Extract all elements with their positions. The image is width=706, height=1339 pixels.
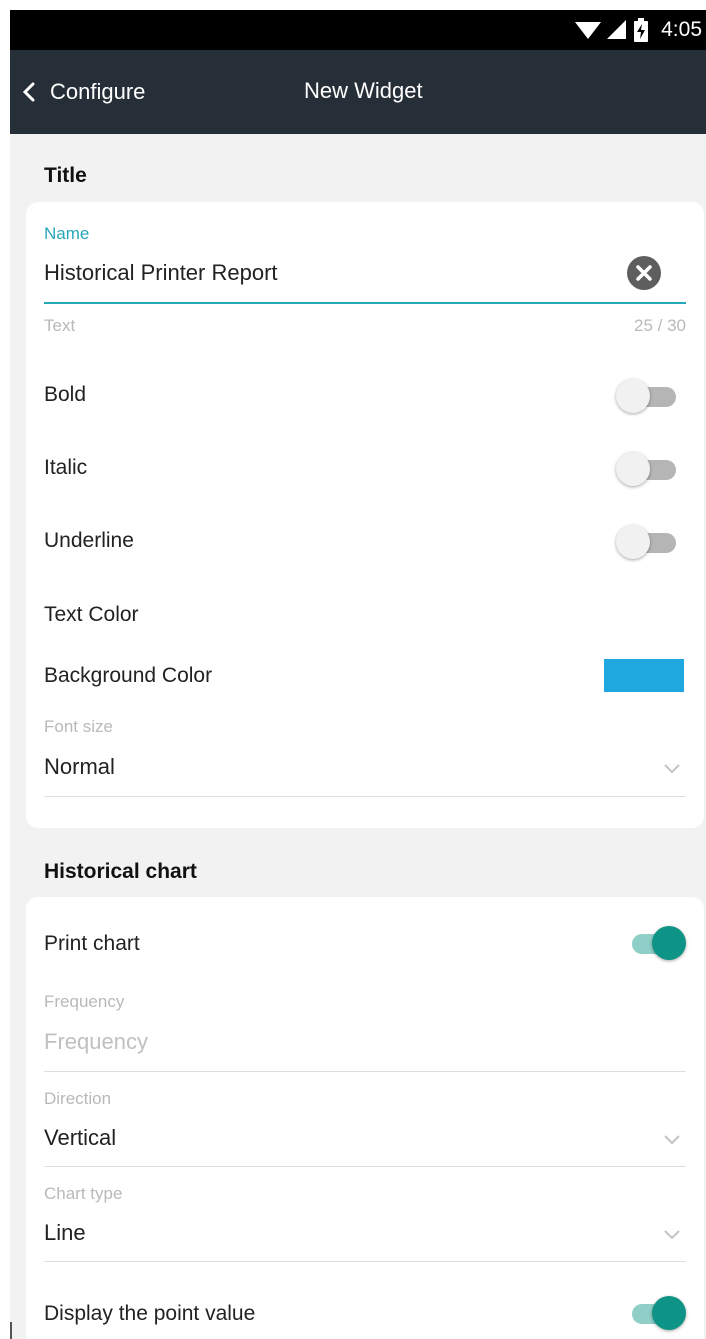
name-helper-text: Text bbox=[44, 316, 76, 335]
settings-content[interactable]: Title Name Historical Printer Report Tex… bbox=[10, 134, 706, 1339]
underline-label: Underline bbox=[44, 529, 134, 552]
display-point-value-toggle-thumb bbox=[652, 1296, 686, 1330]
title-section-heading: Title bbox=[44, 164, 87, 187]
chevron-left-icon bbox=[22, 82, 35, 102]
direction-select[interactable]: Vertical bbox=[44, 1125, 116, 1151]
background-color-label: Background Color bbox=[44, 664, 213, 687]
status-icons: 4:05 bbox=[575, 10, 706, 50]
bold-toggle-thumb bbox=[616, 379, 650, 413]
scroll-indicator bbox=[10, 1322, 12, 1339]
status-bar: 4:05 bbox=[10, 10, 706, 50]
name-field-label: Name bbox=[44, 224, 90, 243]
chart-type-underline bbox=[44, 1261, 686, 1262]
font-size-label: Font size bbox=[44, 717, 113, 736]
bold-toggle[interactable] bbox=[616, 378, 680, 414]
italic-label: Italic bbox=[44, 456, 88, 479]
name-char-counter: 25 / 30 bbox=[634, 316, 686, 335]
font-size-underline bbox=[44, 796, 686, 797]
chart-type-label: Chart type bbox=[44, 1184, 123, 1203]
underline-toggle[interactable] bbox=[616, 524, 680, 560]
frequency-underline bbox=[44, 1071, 686, 1072]
direction-label: Direction bbox=[44, 1089, 112, 1108]
name-input[interactable]: Historical Printer Report bbox=[44, 260, 278, 286]
frequency-input[interactable]: Frequency bbox=[44, 1029, 148, 1055]
frequency-label: Frequency bbox=[44, 992, 125, 1011]
chart-section-heading: Historical chart bbox=[44, 860, 197, 883]
print-chart-toggle[interactable] bbox=[622, 925, 686, 961]
title-card: Name Historical Printer Report Text 25 /… bbox=[26, 202, 704, 828]
status-time: 4:05 bbox=[661, 18, 702, 41]
background-color-swatch[interactable] bbox=[604, 659, 684, 692]
name-input-underline bbox=[44, 302, 686, 304]
signal-icon bbox=[607, 20, 627, 39]
direction-underline bbox=[44, 1166, 686, 1167]
display-point-value-toggle[interactable] bbox=[622, 1295, 686, 1331]
chevron-down-icon[interactable] bbox=[662, 1228, 682, 1242]
chart-type-select[interactable]: Line bbox=[44, 1220, 86, 1246]
display-point-value-label: Display the point value bbox=[44, 1302, 256, 1325]
chevron-down-icon[interactable] bbox=[662, 1133, 682, 1147]
chart-card: Print chart Frequency Frequency Directio… bbox=[26, 897, 704, 1339]
italic-toggle[interactable] bbox=[616, 451, 680, 487]
text-color-label[interactable]: Text Color bbox=[44, 603, 139, 627]
print-chart-label: Print chart bbox=[44, 932, 140, 955]
italic-toggle-thumb bbox=[616, 452, 650, 486]
clear-name-button[interactable] bbox=[627, 256, 661, 290]
print-chart-toggle-thumb bbox=[652, 926, 686, 960]
back-button[interactable]: Configure bbox=[22, 72, 145, 112]
page-title: New Widget bbox=[304, 78, 423, 103]
chevron-down-icon[interactable] bbox=[662, 762, 682, 776]
wifi-icon bbox=[575, 22, 602, 39]
app-bar: Configure New Widget bbox=[10, 50, 706, 134]
battery-charging-icon bbox=[634, 18, 649, 42]
close-icon bbox=[636, 265, 652, 281]
bold-label: Bold bbox=[44, 383, 87, 406]
back-label: Configure bbox=[50, 79, 146, 104]
font-size-select[interactable]: Normal bbox=[44, 754, 115, 780]
underline-toggle-thumb bbox=[616, 525, 650, 559]
